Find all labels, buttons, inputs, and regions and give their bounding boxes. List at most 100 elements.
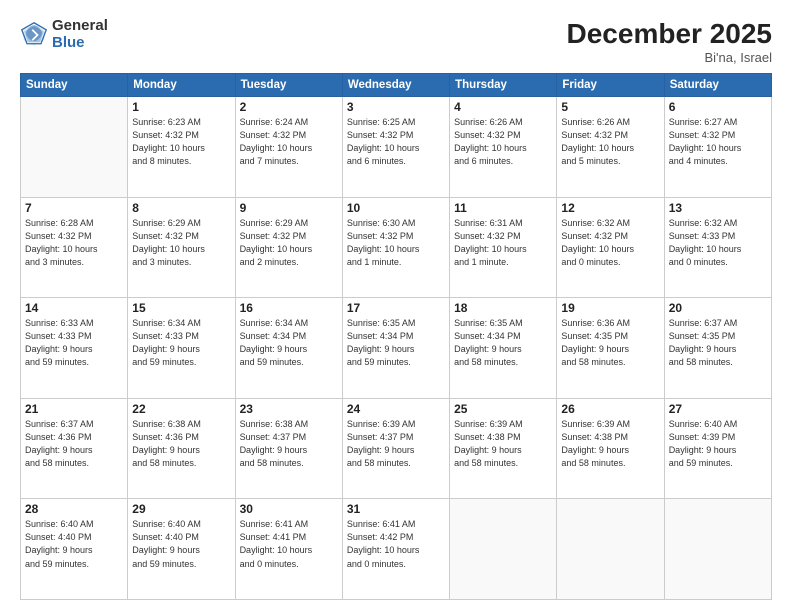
day-info: Sunrise: 6:29 AM Sunset: 4:32 PM Dayligh… [132,217,230,269]
day-info: Sunrise: 6:32 AM Sunset: 4:33 PM Dayligh… [669,217,767,269]
day-number: 23 [240,402,338,416]
day-info: Sunrise: 6:32 AM Sunset: 4:32 PM Dayligh… [561,217,659,269]
day-number: 26 [561,402,659,416]
calendar-cell: 1Sunrise: 6:23 AM Sunset: 4:32 PM Daylig… [128,97,235,198]
weekday-header: Sunday [21,74,128,97]
day-info: Sunrise: 6:36 AM Sunset: 4:35 PM Dayligh… [561,317,659,369]
calendar-cell: 29Sunrise: 6:40 AM Sunset: 4:40 PM Dayli… [128,499,235,600]
day-number: 27 [669,402,767,416]
day-info: Sunrise: 6:41 AM Sunset: 4:42 PM Dayligh… [347,518,445,570]
calendar-cell: 27 Sunrise: 6:40 AM Sunset: 4:39 PM Dayli… [664,398,771,499]
day-number: 7 [25,201,123,215]
calendar-cell: 20Sunrise: 6:37 AM Sunset: 4:35 PM Dayli… [664,298,771,399]
day-info: Sunrise: 6:39 AM Sunset: 4:37 PM Dayligh… [347,418,445,470]
logo-text: General Blue [52,18,108,51]
calendar-week-row: 7 Sunrise: 6:28 AM Sunset: 4:32 PM Daylig… [21,197,772,298]
calendar-cell: 11 Sunrise: 6:31 AM Sunset: 4:32 PM Dayli… [450,197,557,298]
calendar-cell: 17Sunrise: 6:35 AM Sunset: 4:34 PM Dayli… [342,298,449,399]
day-number: 18 [454,301,552,315]
location: Bi'na, Israel [567,50,772,65]
calendar-cell [664,499,771,600]
day-info: Sunrise: 6:30 AM Sunset: 4:32 PM Dayligh… [347,217,445,269]
day-info: Sunrise: 6:24 AM Sunset: 4:32 PM Dayligh… [240,116,338,168]
day-info: Sunrise: 6:34 AM Sunset: 4:33 PM Dayligh… [132,317,230,369]
day-info: Sunrise: 6:38 AM Sunset: 4:36 PM Dayligh… [132,418,230,470]
calendar-cell: 24Sunrise: 6:39 AM Sunset: 4:37 PM Dayli… [342,398,449,499]
calendar-cell: 31 Sunrise: 6:41 AM Sunset: 4:42 PM Dayli… [342,499,449,600]
calendar-week-row: 28 Sunrise: 6:40 AM Sunset: 4:40 PM Dayli… [21,499,772,600]
day-info: Sunrise: 6:26 AM Sunset: 4:32 PM Dayligh… [561,116,659,168]
day-info: Sunrise: 6:26 AM Sunset: 4:32 PM Dayligh… [454,116,552,168]
calendar-cell: 13Sunrise: 6:32 AM Sunset: 4:33 PM Dayli… [664,197,771,298]
day-info: Sunrise: 6:27 AM Sunset: 4:32 PM Dayligh… [669,116,767,168]
calendar-week-row: 14Sunrise: 6:33 AM Sunset: 4:33 PM Dayli… [21,298,772,399]
day-number: 1 [132,100,230,114]
calendar-cell: 19 Sunrise: 6:36 AM Sunset: 4:35 PM Dayli… [557,298,664,399]
day-info: Sunrise: 6:40 AM Sunset: 4:40 PM Dayligh… [132,518,230,570]
logo-blue: Blue [52,35,108,52]
day-number: 9 [240,201,338,215]
calendar-cell: 16Sunrise: 6:34 AM Sunset: 4:34 PM Dayli… [235,298,342,399]
calendar-table: SundayMondayTuesdayWednesdayThursdayFrid… [20,73,772,600]
day-info: Sunrise: 6:29 AM Sunset: 4:32 PM Dayligh… [240,217,338,269]
weekday-header: Thursday [450,74,557,97]
calendar-cell: 6 Sunrise: 6:27 AM Sunset: 4:32 PM Daylig… [664,97,771,198]
calendar-cell: 18 Sunrise: 6:35 AM Sunset: 4:34 PM Dayli… [450,298,557,399]
day-number: 8 [132,201,230,215]
calendar-cell [557,499,664,600]
calendar-cell: 28Sunrise: 6:40 AM Sunset: 4:40 PM Dayli… [21,499,128,600]
day-info: Sunrise: 6:35 AM Sunset: 4:34 PM Dayligh… [454,317,552,369]
day-number: 22 [132,402,230,416]
calendar-cell: 9 Sunrise: 6:29 AM Sunset: 4:32 PM Daylig… [235,197,342,298]
page: General Blue December 2025 Bi'na, Israel… [0,0,792,612]
calendar-cell: 4 Sunrise: 6:26 AM Sunset: 4:32 PM Daylig… [450,97,557,198]
day-number: 11 [454,201,552,215]
day-info: Sunrise: 6:39 AM Sunset: 4:38 PM Dayligh… [561,418,659,470]
day-number: 31 [347,502,445,516]
day-number: 25 [454,402,552,416]
day-number: 14 [25,301,123,315]
weekday-header-row: SundayMondayTuesdayWednesdayThursdayFrid… [21,74,772,97]
day-number: 21 [25,402,123,416]
day-info: Sunrise: 6:25 AM Sunset: 4:32 PM Dayligh… [347,116,445,168]
logo-general: General [52,18,108,35]
calendar-cell: 10 Sunrise: 6:30 AM Sunset: 4:32 PM Dayli… [342,197,449,298]
day-info: Sunrise: 6:39 AM Sunset: 4:38 PM Dayligh… [454,418,552,470]
month-title: December 2025 [567,18,772,50]
calendar-cell: 5 Sunrise: 6:26 AM Sunset: 4:32 PM Daylig… [557,97,664,198]
calendar-cell: 22 Sunrise: 6:38 AM Sunset: 4:36 PM Dayli… [128,398,235,499]
day-info: Sunrise: 6:40 AM Sunset: 4:39 PM Dayligh… [669,418,767,470]
header: General Blue December 2025 Bi'na, Israel [20,18,772,65]
day-number: 12 [561,201,659,215]
day-number: 30 [240,502,338,516]
day-number: 15 [132,301,230,315]
weekday-header: Friday [557,74,664,97]
weekday-header: Tuesday [235,74,342,97]
weekday-header: Monday [128,74,235,97]
calendar-cell: 3Sunrise: 6:25 AM Sunset: 4:32 PM Daylig… [342,97,449,198]
day-info: Sunrise: 6:31 AM Sunset: 4:32 PM Dayligh… [454,217,552,269]
day-number: 19 [561,301,659,315]
calendar-week-row: 1Sunrise: 6:23 AM Sunset: 4:32 PM Daylig… [21,97,772,198]
calendar-cell: 23Sunrise: 6:38 AM Sunset: 4:37 PM Dayli… [235,398,342,499]
day-info: Sunrise: 6:28 AM Sunset: 4:32 PM Dayligh… [25,217,123,269]
calendar-week-row: 21 Sunrise: 6:37 AM Sunset: 4:36 PM Dayli… [21,398,772,499]
calendar-cell: 15 Sunrise: 6:34 AM Sunset: 4:33 PM Dayli… [128,298,235,399]
day-number: 10 [347,201,445,215]
logo: General Blue [20,18,108,51]
day-number: 5 [561,100,659,114]
title-area: December 2025 Bi'na, Israel [567,18,772,65]
day-number: 28 [25,502,123,516]
logo-icon [20,21,48,49]
calendar-cell: 25 Sunrise: 6:39 AM Sunset: 4:38 PM Dayli… [450,398,557,499]
day-number: 20 [669,301,767,315]
calendar-cell: 14Sunrise: 6:33 AM Sunset: 4:33 PM Dayli… [21,298,128,399]
weekday-header: Wednesday [342,74,449,97]
day-number: 4 [454,100,552,114]
weekday-header: Saturday [664,74,771,97]
day-info: Sunrise: 6:35 AM Sunset: 4:34 PM Dayligh… [347,317,445,369]
calendar-cell: 30Sunrise: 6:41 AM Sunset: 4:41 PM Dayli… [235,499,342,600]
day-number: 6 [669,100,767,114]
calendar-cell: 8 Sunrise: 6:29 AM Sunset: 4:32 PM Daylig… [128,197,235,298]
day-info: Sunrise: 6:37 AM Sunset: 4:36 PM Dayligh… [25,418,123,470]
